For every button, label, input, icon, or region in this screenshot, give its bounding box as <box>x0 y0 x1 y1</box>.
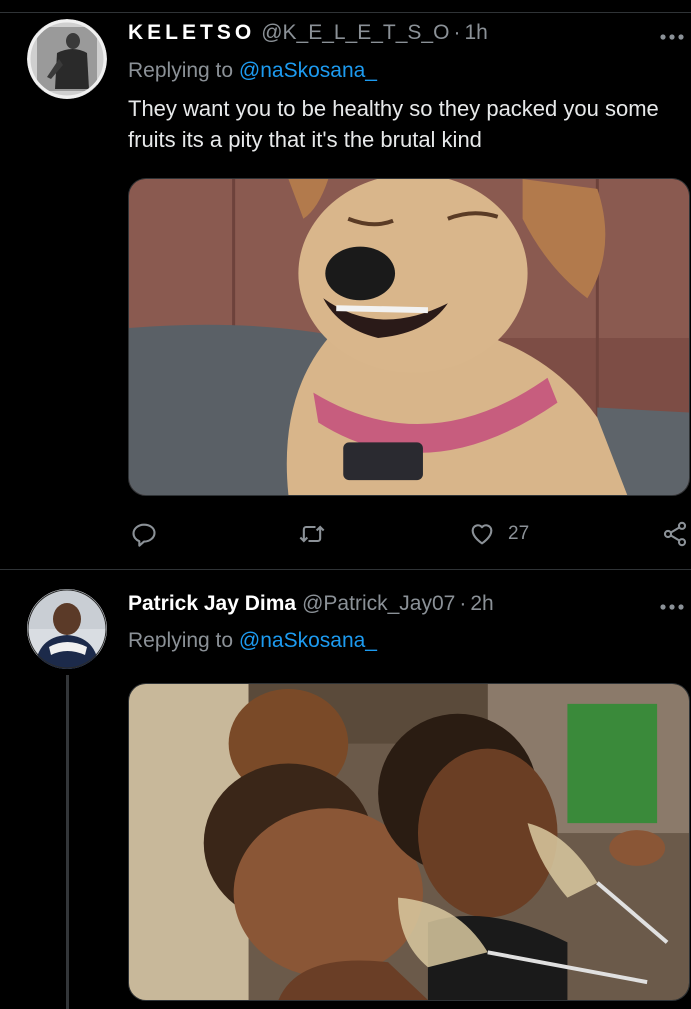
avatar[interactable] <box>27 19 107 99</box>
tweet-text: They want you to be healthy so they pack… <box>128 96 659 152</box>
mention-link[interactable]: @naSkosana_ <box>239 629 377 652</box>
replying-to: Replying to @naSkosana_ <box>128 629 377 653</box>
display-name[interactable]: Patrick Jay Dima <box>128 592 296 616</box>
separator-dot: · <box>453 21 461 44</box>
display-name[interactable]: KELETSO <box>128 21 255 45</box>
heart-icon <box>471 524 493 545</box>
tweet[interactable]: Patrick Jay Dima @Patrick_Jay07 · 2h Rep… <box>0 571 691 1009</box>
separator-dot: · <box>459 592 467 615</box>
timestamp[interactable]: 2h <box>470 592 493 616</box>
tweet-media-photo[interactable] <box>128 683 690 1001</box>
tweet[interactable]: KELETSO @K_E_L_E_T_S_O · 1h Replying to … <box>0 13 691 569</box>
avatar-image <box>27 589 107 669</box>
share-button[interactable] <box>661 518 689 550</box>
thread-line <box>66 675 69 1009</box>
tweet-header: Patrick Jay Dima @Patrick_Jay07 · 2h <box>128 592 641 622</box>
retweet-button[interactable] <box>298 518 326 550</box>
share-icon <box>663 521 687 547</box>
reply-button[interactable] <box>130 518 158 550</box>
champagne-photo <box>129 684 689 1000</box>
mention-link[interactable]: @naSkosana_ <box>239 59 377 82</box>
reply-icon <box>132 523 156 547</box>
more-horizontal-icon[interactable] <box>659 603 685 611</box>
tweet-media-photo[interactable] <box>128 178 690 496</box>
like-count: 27 <box>508 523 530 544</box>
dog-photo <box>129 179 689 495</box>
avatar[interactable] <box>27 589 107 669</box>
more-horizontal-icon[interactable] <box>659 33 685 41</box>
replying-prefix: Replying to <box>128 59 234 82</box>
timestamp[interactable]: 1h <box>464 21 487 45</box>
retweet-icon <box>299 525 325 543</box>
replying-prefix: Replying to <box>128 629 234 652</box>
replying-to: Replying to @naSkosana_ <box>128 59 377 83</box>
like-button[interactable]: 27 <box>468 518 529 550</box>
tweet-header: KELETSO @K_E_L_E_T_S_O · 1h <box>128 21 641 51</box>
tweet-divider <box>0 569 691 570</box>
avatar-image <box>27 19 107 99</box>
user-handle[interactable]: @Patrick_Jay07 <box>302 592 455 616</box>
tweet-actions: 27 <box>128 518 691 550</box>
user-handle[interactable]: @K_E_L_E_T_S_O <box>261 21 449 45</box>
